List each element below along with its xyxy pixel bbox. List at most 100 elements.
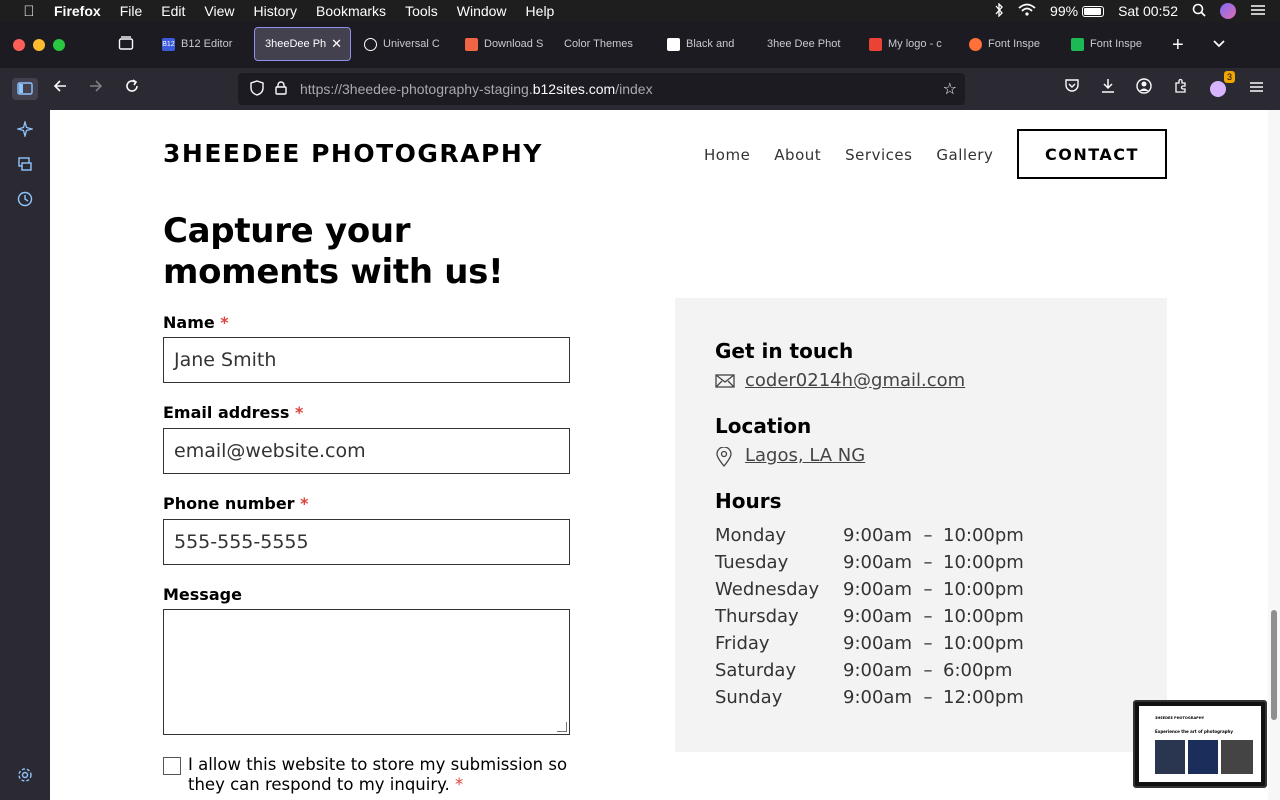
zoom-window-button[interactable] bbox=[53, 39, 65, 51]
font-inspector-favicon-icon bbox=[1071, 37, 1084, 51]
tab-font-inspect-1[interactable]: Font Inspe bbox=[959, 27, 1055, 61]
menu-file[interactable]: File bbox=[120, 3, 143, 19]
tab-b12-editor[interactable]: B12 B12 Editor bbox=[152, 27, 248, 61]
nav-services-link[interactable]: Services bbox=[845, 146, 912, 164]
hours-day: Thursday bbox=[715, 606, 799, 627]
sidebar-settings-gear-icon[interactable] bbox=[15, 767, 35, 787]
minimize-window-button[interactable] bbox=[33, 39, 45, 51]
tab-overview-icon[interactable] bbox=[118, 35, 134, 55]
close-tab-icon[interactable]: ✕ bbox=[331, 36, 342, 52]
resize-handle-icon[interactable] bbox=[557, 722, 567, 732]
hours-separator: – bbox=[923, 525, 933, 546]
hours-row: Tuesday 9:00am –10:00pm bbox=[715, 552, 1024, 579]
extension-with-badge-icon[interactable]: 3 bbox=[1207, 71, 1235, 100]
nav-about-link[interactable]: About bbox=[774, 146, 821, 164]
email-input[interactable]: email@website.com bbox=[163, 428, 570, 474]
user-avatar-icon[interactable] bbox=[1220, 3, 1236, 19]
url-scheme-subdomain: https://3heedee-photography-staging. bbox=[300, 81, 533, 97]
tracking-protection-icon[interactable] bbox=[248, 79, 266, 99]
nav-gallery-link[interactable]: Gallery bbox=[936, 146, 993, 164]
tab-universal[interactable]: Universal C bbox=[354, 27, 450, 61]
battery-percent: 99% bbox=[1050, 3, 1079, 19]
spotlight-search-icon[interactable] bbox=[1192, 3, 1206, 20]
macos-menu-bar:  Firefox File Edit View History Bookmar… bbox=[0, 0, 1280, 22]
message-label: Message bbox=[163, 585, 242, 604]
hours-row: Sunday 9:00am –12:00pm bbox=[715, 687, 1024, 714]
message-textarea[interactable] bbox=[163, 609, 570, 735]
synced-tabs-icon[interactable] bbox=[15, 156, 35, 176]
account-icon[interactable] bbox=[1133, 78, 1155, 100]
menu-help[interactable]: Help bbox=[526, 3, 555, 19]
pocket-icon[interactable] bbox=[1061, 78, 1083, 100]
tab-color-themes[interactable]: Color Themes bbox=[554, 27, 654, 61]
scrollbar-thumb[interactable] bbox=[1271, 610, 1277, 720]
menu-history[interactable]: History bbox=[253, 3, 297, 19]
back-button-icon[interactable] bbox=[49, 78, 71, 100]
hours-open: 9:00am bbox=[843, 660, 912, 681]
tab-strip: B12 B12 Editor 3heeDee Ph ✕ Universal C … bbox=[0, 22, 1280, 68]
phone-input[interactable]: 555-555-5555 bbox=[163, 519, 570, 565]
hours-separator: – bbox=[923, 552, 933, 573]
new-tab-icon[interactable]: + bbox=[1172, 34, 1184, 57]
clock[interactable]: Sat 00:52 bbox=[1118, 3, 1178, 19]
sidebar-toggle-icon[interactable] bbox=[12, 78, 38, 100]
page-scrollbar[interactable] bbox=[1268, 110, 1280, 800]
bookmark-star-icon[interactable]: ☆ bbox=[943, 79, 957, 99]
location-heading: Location bbox=[715, 414, 812, 438]
downloads-icon[interactable] bbox=[1097, 78, 1119, 100]
hours-separator: – bbox=[923, 606, 933, 627]
hours-open: 9:00am bbox=[843, 525, 912, 546]
apple-icon[interactable]:  bbox=[20, 3, 38, 20]
openai-favicon-icon bbox=[364, 37, 377, 51]
preview-photo-1 bbox=[1155, 740, 1185, 774]
tab-black-and[interactable]: Black and bbox=[657, 27, 753, 61]
hours-close: 12:00pm bbox=[943, 687, 1024, 708]
hours-open: 9:00am bbox=[843, 606, 912, 627]
reload-button-icon[interactable] bbox=[121, 78, 143, 100]
bluetooth-icon[interactable] bbox=[994, 1, 1004, 20]
menu-app-name[interactable]: Firefox bbox=[54, 3, 101, 19]
lock-icon[interactable] bbox=[274, 80, 288, 98]
address-bar[interactable]: https://3heedee-photography-staging. b12s… bbox=[238, 73, 965, 105]
history-icon[interactable] bbox=[15, 191, 35, 211]
forward-button-icon[interactable] bbox=[85, 78, 107, 100]
tab-label: B12 Editor bbox=[181, 38, 233, 50]
hours-close: 6:00pm bbox=[943, 660, 1013, 681]
tab-3hee-dee-photo[interactable]: 3hee Dee Phot bbox=[757, 27, 853, 61]
app-menu-icon[interactable] bbox=[1245, 78, 1267, 100]
hours-day: Tuesday bbox=[715, 552, 789, 573]
tab-label: My logo - c bbox=[888, 38, 942, 50]
tab-label: Black and bbox=[686, 38, 735, 50]
battery-icon[interactable] bbox=[1082, 5, 1105, 17]
tab-3heedee-active[interactable]: 3heeDee Ph ✕ bbox=[254, 27, 351, 61]
email-link[interactable]: coder0214h@gmail.com bbox=[745, 370, 965, 391]
menu-bookmarks[interactable]: Bookmarks bbox=[316, 3, 386, 19]
ai-chatbot-icon[interactable] bbox=[15, 119, 35, 141]
site-brand-logo[interactable]: 3HEEDEE PHOTOGRAPHY bbox=[163, 139, 543, 168]
page-preview-thumbnail[interactable]: 3HEEDEE PHOTOGRAPHY Experience the art o… bbox=[1133, 700, 1267, 788]
menu-tools[interactable]: Tools bbox=[405, 3, 438, 19]
list-all-tabs-icon[interactable] bbox=[1212, 36, 1226, 54]
extensions-icon[interactable] bbox=[1170, 78, 1192, 100]
window-controls bbox=[13, 39, 73, 51]
hours-separator: – bbox=[923, 660, 933, 681]
gmail-favicon-icon bbox=[869, 37, 882, 51]
menu-edit[interactable]: Edit bbox=[161, 3, 185, 19]
nav-home-link[interactable]: Home bbox=[704, 146, 750, 164]
web-page-viewport: 3HEEDEE PHOTOGRAPHY Home About Services … bbox=[50, 110, 1268, 800]
tab-font-inspect-2[interactable]: Font Inspe bbox=[1061, 27, 1157, 61]
menu-view[interactable]: View bbox=[204, 3, 234, 19]
hours-day: Sunday bbox=[715, 687, 783, 708]
location-link[interactable]: Lagos, LA NG bbox=[745, 445, 865, 466]
contact-button[interactable]: CONTACT bbox=[1017, 129, 1167, 179]
name-input[interactable]: Jane Smith bbox=[163, 337, 570, 383]
tab-my-logo[interactable]: My logo - c bbox=[859, 27, 955, 61]
wifi-icon[interactable] bbox=[1018, 3, 1036, 19]
name-label: Name * bbox=[163, 313, 229, 332]
consent-checkbox[interactable] bbox=[163, 757, 181, 775]
tab-download[interactable]: Download S bbox=[455, 27, 551, 61]
required-asterisk: * bbox=[220, 313, 229, 332]
menu-window[interactable]: Window bbox=[457, 3, 507, 19]
control-center-icon[interactable] bbox=[1250, 3, 1266, 19]
close-window-button[interactable] bbox=[13, 39, 25, 51]
